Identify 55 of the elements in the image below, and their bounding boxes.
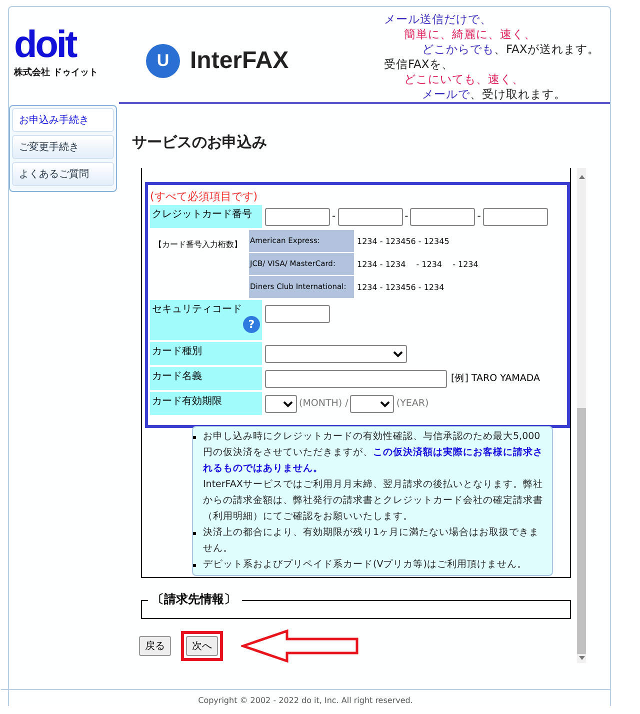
note-text: 決済上の都合により、有効期限が残り1ヶ月に満たない場合はお取扱できません。: [203, 526, 540, 556]
card-number-field[interactable]: [482, 208, 548, 226]
example-text: [例] TARO YAMADA: [451, 372, 540, 385]
format-text: 1234 - 123456 - 1234: [356, 282, 444, 292]
bullet-icon: [193, 436, 196, 439]
card-number-field[interactable]: [338, 208, 403, 226]
unit-text: (MONTH) /: [299, 398, 348, 409]
company-name: 株式会社 ドゥイット: [14, 66, 98, 79]
year-dropdown[interactable]: [350, 394, 394, 412]
note-text: デビット系およびプリペイド系カード(Vプリカ等)はご利用頂けません。: [203, 558, 527, 572]
format-text: 1234 - 1234 - 1234 - 1234: [356, 258, 478, 270]
scrollbar-thumb[interactable]: [577, 408, 586, 654]
copyright-text: Copyright © 2002 - 2022 do it, Inc. All right reserved.: [198, 696, 413, 705]
back-button[interactable]: 戻る: [139, 636, 171, 656]
slogan-text: 受信FAXを、: [384, 57, 454, 71]
slogan-text: どこにいても、速く、: [404, 72, 524, 86]
separator-text: -: [404, 211, 408, 222]
page-title: サービスのお申込み: [132, 133, 268, 153]
separator-text: -: [332, 211, 336, 222]
slogan-text: どこからでも: [422, 42, 494, 56]
note-text: お申し込み時にクレジットカードの有効性確認、与信承認のため最大5,000円の仮決済をさせていただきますが、この仮決済額は実際にお客様に請求されるものではありません。: [203, 430, 544, 476]
format-text: 1234 - 123456 - 12345: [356, 236, 450, 246]
section-legend: 〔請求先情報〕: [152, 591, 236, 608]
sidebar-item[interactable]: お申込み手続き: [12, 108, 114, 132]
card-number-field[interactable]: [265, 208, 330, 226]
field-label: クレジットカード番号: [150, 205, 262, 228]
company-logo: doit: [14, 27, 76, 63]
security-code-field[interactable]: [265, 305, 330, 323]
help-icon[interactable]: ?: [243, 316, 260, 333]
slogan-text: メールで: [422, 87, 470, 101]
product-name: InterFAX: [190, 46, 289, 74]
next-button[interactable]: 次へ: [186, 636, 218, 656]
bullet-icon: [193, 532, 196, 535]
slogan-text: 、受け取れます。: [470, 87, 566, 101]
sidebar-item[interactable]: よくあるご質問: [12, 162, 114, 186]
bullet-icon: [193, 564, 196, 567]
card-name-field[interactable]: [265, 370, 447, 388]
digits-label: 【カード番号入力桁数】: [153, 239, 243, 251]
field-label: カード有効期限: [150, 392, 262, 415]
note-text: InterFAXサービスではご利用月月末締、翌月請求の後払いとなります。弊社からの請求金額は、弊社発行の請求書とクレジットカード会社の確定請求書（利用明細）にてご確認をお願いいたします。: [203, 478, 544, 524]
required-note: (すべて必須項目です): [150, 190, 259, 203]
scrollbar[interactable]: [577, 168, 586, 663]
field-label: カード名義: [150, 367, 262, 390]
card-number-field[interactable]: [410, 208, 476, 226]
field-label: カード種別: [150, 342, 262, 365]
field-label: セキュリティコード: [152, 303, 243, 316]
slogan-text: 簡単に、綺麗に、速く、: [404, 27, 536, 41]
unit-text: (YEAR): [396, 398, 429, 409]
separator-text: -: [477, 211, 481, 222]
card-type-dropdown[interactable]: [265, 344, 407, 362]
slogan-text: 、FAXが送れます。: [494, 42, 600, 56]
sidebar-item[interactable]: ご変更手続き: [12, 135, 114, 159]
product-logo-icon: U: [146, 44, 180, 78]
slogan-text: メール送信だけで、: [384, 12, 492, 26]
month-dropdown[interactable]: [265, 394, 297, 412]
